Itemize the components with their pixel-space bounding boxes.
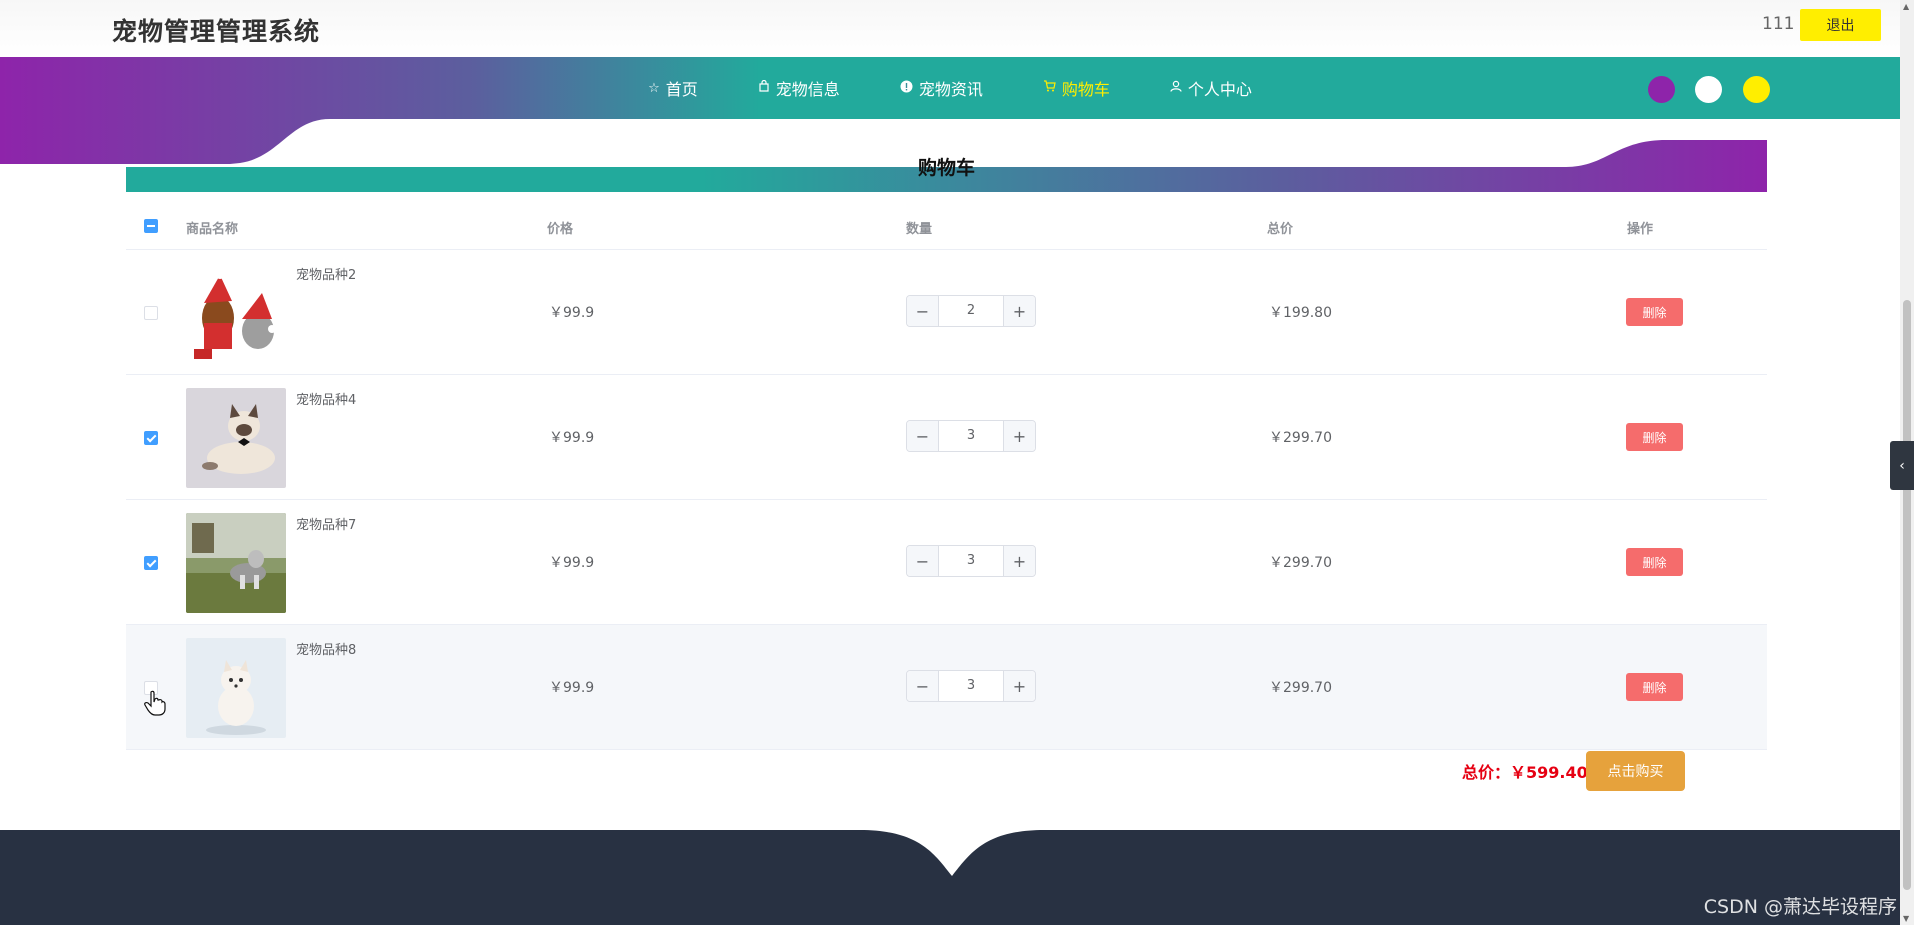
scrollbar-thumb[interactable]: [1903, 300, 1911, 890]
table-row: 宠物品种7 ￥99.9 − 3 + ￥299.70 删除: [126, 500, 1767, 625]
product-price: ￥99.9: [549, 555, 595, 571]
decrease-button[interactable]: −: [907, 546, 939, 576]
product-name: 宠物品种7: [296, 518, 357, 533]
product-image: [186, 263, 286, 363]
row-total: ￥299.70: [1269, 680, 1332, 696]
table-row: 宠物品种8 ￥99.9 − 3 + ￥299.70 删除: [126, 625, 1767, 750]
column-header-name: 商品名称: [186, 222, 239, 237]
product-name: 宠物品种4: [296, 393, 357, 408]
theme-dot-white[interactable]: [1695, 76, 1722, 103]
quantity-stepper[interactable]: − 3 +: [906, 670, 1036, 702]
product-price: ￥99.9: [549, 430, 595, 446]
column-header-quantity: 数量: [906, 222, 933, 237]
column-header-action: 操作: [1627, 222, 1654, 237]
column-header-price: 价格: [547, 222, 574, 237]
chevron-left-icon: ‹: [1899, 457, 1905, 474]
nav-item-home[interactable]: ☆ 首页: [648, 76, 698, 100]
theme-dot-purple[interactable]: [1648, 76, 1675, 103]
table-row: 宠物品种4 ￥99.9 − 3 + ￥299.70 删除: [126, 375, 1767, 500]
decrease-button[interactable]: −: [907, 421, 939, 451]
decrease-button[interactable]: −: [907, 296, 939, 326]
scroll-down-icon[interactable]: ▼: [1903, 914, 1909, 923]
logout-button[interactable]: 退出: [1800, 9, 1881, 41]
nav-item-user-center[interactable]: 个人中心: [1170, 76, 1252, 100]
product-name: 宠物品种2: [296, 268, 357, 283]
nav-item-label: 首页: [665, 80, 698, 99]
delete-button[interactable]: 删除: [1626, 548, 1683, 576]
footer: [0, 830, 1900, 925]
site-title: 宠物管理管理系统: [112, 17, 321, 46]
delete-button[interactable]: 删除: [1626, 298, 1683, 326]
quantity-value[interactable]: 3: [939, 421, 1003, 451]
side-panel-toggle[interactable]: ‹: [1890, 441, 1914, 490]
main-nav: ☆ 首页 宠物信息 宠物资讯 购物车 个人中心: [0, 57, 1900, 119]
nav-item-cart[interactable]: 购物车: [1043, 76, 1110, 100]
quantity-stepper[interactable]: − 2 +: [906, 295, 1036, 327]
quantity-stepper[interactable]: − 3 +: [906, 420, 1036, 452]
row-checkbox[interactable]: [144, 556, 158, 570]
quantity-value[interactable]: 3: [939, 546, 1003, 576]
decrease-button[interactable]: −: [907, 671, 939, 701]
username: 111: [1762, 14, 1795, 34]
cart-icon: [1043, 80, 1056, 96]
star-icon: ☆: [648, 80, 660, 96]
row-checkbox[interactable]: [144, 306, 158, 320]
product-price: ￥99.9: [549, 305, 595, 321]
bag-icon: [758, 79, 770, 96]
nav-item-label: 宠物信息: [775, 80, 840, 99]
cart-table: 商品名称 价格 数量 总价 操作 宠物品种2 ￥99.9 − 2 + ￥199.…: [126, 203, 1767, 750]
buy-button[interactable]: 点击购买: [1586, 751, 1685, 791]
product-image: [186, 638, 286, 738]
product-name: 宠物品种8: [296, 643, 357, 658]
nav-item-pet-info[interactable]: 宠物信息: [758, 76, 840, 100]
nav-item-label: 宠物资讯: [918, 80, 983, 99]
product-price: ￥99.9: [549, 680, 595, 696]
scroll-up-icon[interactable]: ▲: [1903, 2, 1909, 11]
hand-cursor-icon: [144, 690, 166, 716]
quantity-stepper[interactable]: − 3 +: [906, 545, 1036, 577]
top-bar: 宠物管理管理系统 111 退出: [0, 0, 1900, 57]
column-header-total: 总价: [1267, 222, 1294, 237]
row-checkbox[interactable]: [144, 431, 158, 445]
delete-button[interactable]: 删除: [1626, 423, 1683, 451]
table-header: 商品名称 价格 数量 总价 操作: [126, 203, 1767, 250]
page-title: 购物车: [917, 157, 975, 179]
row-total: ￥299.70: [1269, 555, 1332, 571]
delete-button[interactable]: 删除: [1626, 673, 1683, 701]
info-icon: [900, 80, 913, 97]
quantity-value[interactable]: 3: [939, 671, 1003, 701]
cart-total: 总价：￥599.40: [1462, 763, 1588, 782]
user-icon: [1170, 80, 1182, 96]
select-all-checkbox[interactable]: [144, 219, 158, 233]
quantity-value[interactable]: 2: [939, 296, 1003, 326]
increase-button[interactable]: +: [1003, 671, 1035, 701]
row-total: ￥199.80: [1269, 305, 1332, 321]
increase-button[interactable]: +: [1003, 296, 1035, 326]
nav-item-label: 个人中心: [1187, 80, 1252, 99]
increase-button[interactable]: +: [1003, 546, 1035, 576]
row-total: ￥299.70: [1269, 430, 1332, 446]
theme-dot-yellow[interactable]: [1743, 76, 1770, 103]
product-image: [186, 388, 286, 488]
nav-item-pet-news[interactable]: 宠物资讯: [900, 76, 983, 100]
watermark: CSDN @萧达毕设程序: [1703, 896, 1897, 918]
nav-item-label: 购物车: [1061, 80, 1110, 99]
increase-button[interactable]: +: [1003, 421, 1035, 451]
product-image: [186, 513, 286, 613]
table-row: 宠物品种2 ￥99.9 − 2 + ￥199.80 删除: [126, 250, 1767, 375]
